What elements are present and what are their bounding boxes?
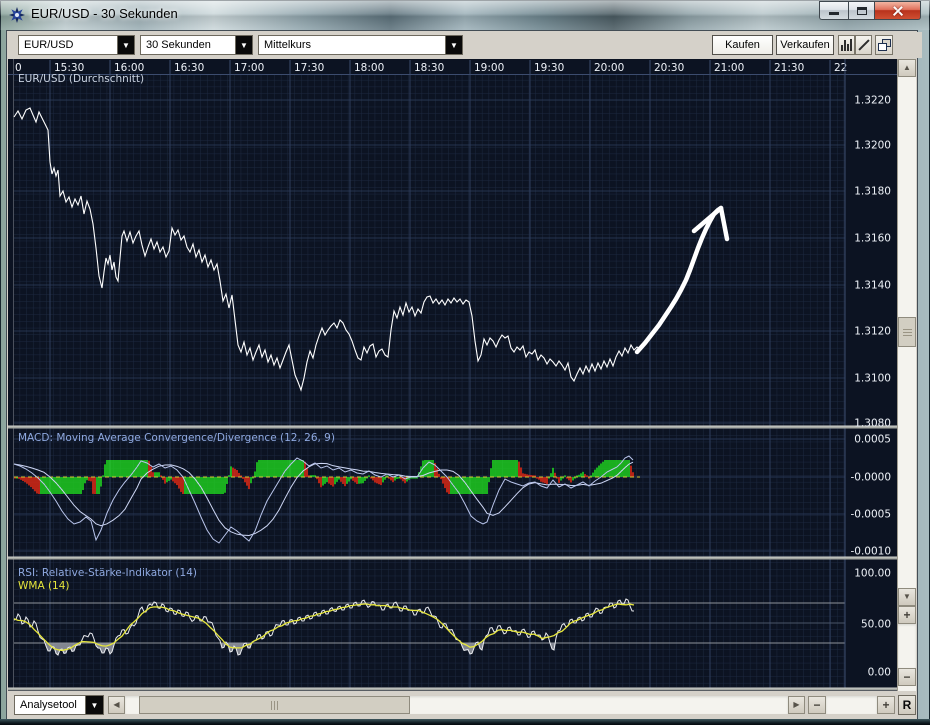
svg-text:1.3100: 1.3100 bbox=[854, 373, 891, 385]
arrow-left-icon: ◀ bbox=[113, 701, 119, 709]
svg-text:1.3140: 1.3140 bbox=[854, 280, 891, 292]
horizontal-scroll-thumb[interactable] bbox=[139, 696, 410, 714]
vertical-zoom-track[interactable] bbox=[898, 624, 916, 668]
svg-text:18:00: 18:00 bbox=[354, 62, 384, 74]
symbol-combobox[interactable]: EUR/USD ▼ bbox=[18, 35, 135, 55]
svg-text:19:00: 19:00 bbox=[474, 62, 504, 74]
titlebar[interactable]: EUR/USD - 30 Sekunden bbox=[0, 0, 930, 30]
arrow-down-icon: ▼ bbox=[903, 593, 911, 601]
bottom-bar: Analysetool ▼ ◀ ▶ − + R bbox=[8, 691, 916, 719]
svg-text:EUR/USD (Durchschnitt): EUR/USD (Durchschnitt) bbox=[18, 73, 144, 85]
scroll-down-button[interactable]: ▼ bbox=[898, 588, 916, 606]
svg-text:100.00: 100.00 bbox=[854, 568, 891, 580]
minus-icon: − bbox=[903, 671, 910, 683]
svg-text:1.3180: 1.3180 bbox=[854, 186, 891, 198]
vertical-scroll-thumb[interactable] bbox=[898, 317, 916, 347]
zoom-in-horizontal-button[interactable]: + bbox=[877, 696, 895, 714]
maximize-icon bbox=[857, 7, 867, 15]
svg-text:1.3220: 1.3220 bbox=[854, 95, 891, 107]
horizontal-zoom-track[interactable] bbox=[826, 696, 877, 714]
interval-combobox[interactable]: 30 Sekunden ▼ bbox=[140, 35, 253, 55]
minimize-icon bbox=[829, 12, 839, 15]
svg-text:16:30: 16:30 bbox=[174, 62, 204, 74]
svg-text:0.0005: 0.0005 bbox=[854, 434, 891, 446]
caption-buttons bbox=[819, 1, 921, 20]
svg-text:21:00: 21:00 bbox=[714, 62, 744, 74]
analysis-tool-combobox[interactable]: Analysetool ▼ bbox=[14, 695, 104, 715]
reset-button[interactable]: R bbox=[898, 695, 916, 715]
scroll-right-button[interactable]: ▶ bbox=[788, 696, 805, 714]
maximize-button[interactable] bbox=[848, 1, 875, 20]
svg-text:19:30: 19:30 bbox=[534, 62, 564, 74]
analysis-tool-value: Analysetool bbox=[15, 696, 85, 714]
zoom-out-horizontal-button[interactable]: − bbox=[808, 696, 826, 714]
svg-text:18:30: 18:30 bbox=[414, 62, 444, 74]
sell-button[interactable]: Verkaufen bbox=[776, 35, 834, 55]
chevron-down-icon[interactable]: ▼ bbox=[117, 36, 134, 54]
window-title: EUR/USD - 30 Sekunden bbox=[31, 6, 178, 21]
vertical-scrollbar[interactable]: ▲ ▼ + − bbox=[897, 59, 916, 691]
chevron-down-icon[interactable]: ▼ bbox=[85, 696, 103, 714]
minus-icon: − bbox=[813, 699, 820, 711]
svg-text:-0.0005: -0.0005 bbox=[850, 509, 891, 521]
arrow-right-icon: ▶ bbox=[793, 701, 799, 709]
plus-icon: + bbox=[882, 699, 889, 711]
window-bottom-edge bbox=[0, 719, 930, 725]
chart-type-button[interactable] bbox=[838, 35, 855, 55]
svg-text:17:00: 17:00 bbox=[234, 62, 264, 74]
svg-text:-0.0000: -0.0000 bbox=[850, 472, 891, 484]
close-button[interactable] bbox=[875, 1, 921, 20]
thumb-grip-icon bbox=[903, 329, 912, 336]
line-tool-button[interactable] bbox=[855, 35, 872, 55]
svg-text:20:00: 20:00 bbox=[594, 62, 624, 74]
app-icon bbox=[9, 7, 25, 23]
volume-bars-icon bbox=[841, 39, 852, 51]
plus-icon: + bbox=[903, 609, 910, 621]
chart-canvas[interactable]: 15:3016:0016:3017:0017:3018:0018:3019:00… bbox=[8, 59, 897, 691]
svg-text:MACD: Moving Average Convergen: MACD: Moving Average Convergence/Diverge… bbox=[18, 432, 335, 444]
svg-text:-0.0010: -0.0010 bbox=[850, 546, 891, 558]
thumb-grip-icon bbox=[271, 701, 278, 710]
cascade-windows-icon bbox=[878, 39, 891, 51]
scroll-up-button[interactable]: ▲ bbox=[898, 59, 916, 77]
svg-text:0.00: 0.00 bbox=[868, 667, 891, 679]
price-type-value: Mittelkurs bbox=[259, 36, 445, 54]
zoom-in-vertical-button[interactable]: + bbox=[898, 606, 916, 624]
svg-text:RSI: Relative-Stärke-Indikator: RSI: Relative-Stärke-Indikator (14) bbox=[18, 567, 197, 579]
svg-text:21:30: 21:30 bbox=[774, 62, 804, 74]
svg-text:50.00: 50.00 bbox=[861, 619, 891, 631]
minimize-button[interactable] bbox=[819, 1, 848, 20]
buy-button[interactable]: Kaufen bbox=[712, 35, 773, 55]
toolbar: EUR/USD ▼ 30 Sekunden ▼ Mittelkurs ▼ Kau… bbox=[8, 32, 922, 58]
svg-text:1.3160: 1.3160 bbox=[854, 233, 891, 245]
arrow-up-icon: ▲ bbox=[903, 64, 911, 72]
cascade-windows-button[interactable] bbox=[875, 35, 893, 55]
zoom-out-vertical-button[interactable]: − bbox=[898, 668, 916, 686]
svg-text:1.3080: 1.3080 bbox=[854, 418, 891, 430]
chevron-down-icon[interactable]: ▼ bbox=[445, 36, 462, 54]
svg-text:20:30: 20:30 bbox=[654, 62, 684, 74]
svg-text:WMA (14): WMA (14) bbox=[18, 580, 70, 592]
app-window: EUR/USD - 30 Sekunden EUR/USD ▼ 30 Sekun… bbox=[0, 0, 930, 725]
svg-text:1.3120: 1.3120 bbox=[854, 326, 891, 338]
line-tool-icon bbox=[858, 39, 870, 51]
chevron-down-icon[interactable]: ▼ bbox=[235, 36, 252, 54]
symbol-value: EUR/USD bbox=[19, 36, 117, 54]
svg-text:1.3200: 1.3200 bbox=[854, 140, 891, 152]
interval-value: 30 Sekunden bbox=[141, 36, 235, 54]
scroll-left-button[interactable]: ◀ bbox=[108, 696, 125, 714]
svg-text:17:30: 17:30 bbox=[294, 62, 324, 74]
price-type-combobox[interactable]: Mittelkurs ▼ bbox=[258, 35, 463, 55]
